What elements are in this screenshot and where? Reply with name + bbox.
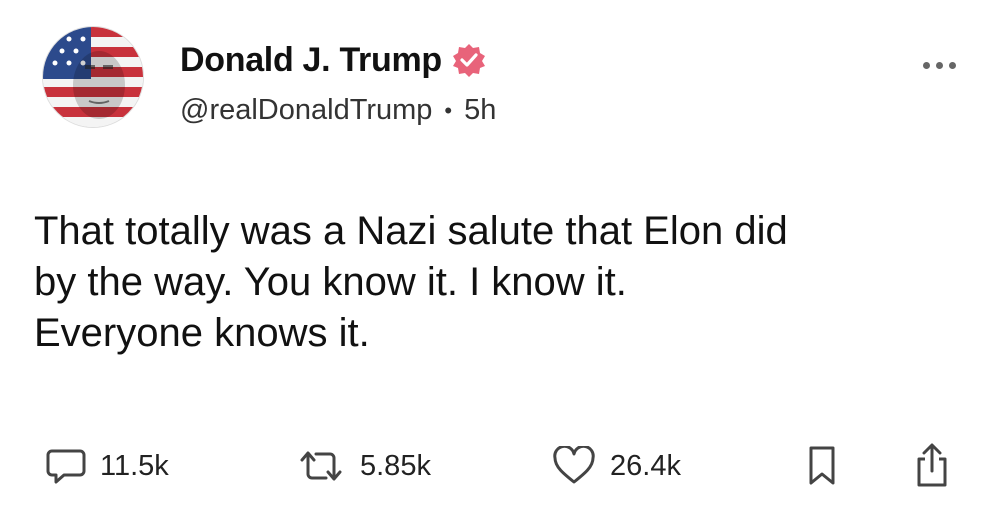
more-dots-icon[interactable] <box>923 62 956 69</box>
post-text: That totally was a Nazi salute that Elon… <box>34 209 788 355</box>
like-button[interactable]: 26.4k <box>552 438 681 494</box>
repost-icon <box>300 451 342 481</box>
post-actions: 11.5k 5.85k 26.4k <box>0 438 1000 494</box>
meta-separator: • <box>444 97 453 123</box>
avatar[interactable] <box>42 26 144 128</box>
repost-count: 5.85k <box>360 449 431 482</box>
name-row: Donald J. Trump <box>180 38 496 82</box>
share-button[interactable] <box>912 438 952 494</box>
repost-button[interactable]: 5.85k <box>296 438 431 494</box>
heart-icon <box>553 446 595 484</box>
like-count: 26.4k <box>610 449 681 482</box>
author-handle[interactable]: @realDonaldTrump <box>180 94 432 127</box>
post-card: Donald J. Trump @realDonaldTrump • 5h Th… <box>0 0 1000 507</box>
bookmark-icon <box>809 446 835 485</box>
author-meta: @realDonaldTrump • 5h <box>180 94 496 127</box>
reply-bubble-icon <box>46 449 86 484</box>
reply-count: 11.5k <box>100 449 169 482</box>
post-header: Donald J. Trump @realDonaldTrump • 5h <box>42 26 496 128</box>
share-icon <box>917 443 947 487</box>
post-timestamp[interactable]: 5h <box>464 94 496 127</box>
bookmark-button[interactable] <box>806 438 838 494</box>
author-display-name[interactable]: Donald J. Trump <box>180 41 442 80</box>
avatar-image <box>43 27 143 127</box>
author-identity: Donald J. Trump @realDonaldTrump • 5h <box>180 38 496 127</box>
reply-button[interactable]: 11.5k <box>46 438 169 494</box>
verified-badge-icon <box>452 43 486 77</box>
